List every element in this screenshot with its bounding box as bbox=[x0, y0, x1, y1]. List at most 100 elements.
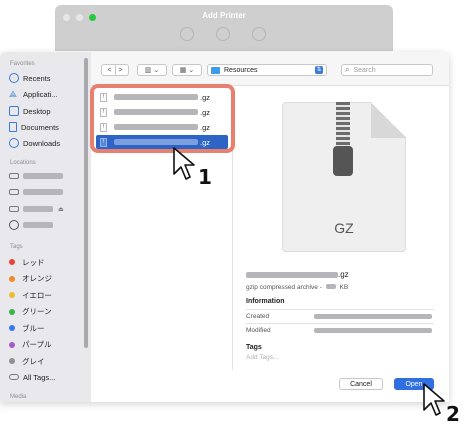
sidebar-item-label: All Tags... bbox=[23, 372, 56, 382]
sidebar-tag-item[interactable]: パープル bbox=[9, 338, 52, 352]
redacted-location-name bbox=[23, 206, 53, 212]
ip-printer-icon[interactable] bbox=[216, 27, 230, 41]
redacted-location-name bbox=[23, 189, 63, 195]
tag-label: パープル bbox=[22, 340, 52, 349]
preview-extension: .gz bbox=[338, 270, 349, 279]
group-button[interactable]: ▦ ⌄ bbox=[172, 64, 202, 76]
view-mode-button[interactable]: ▥ ⌄ bbox=[137, 64, 167, 76]
created-label: Created bbox=[246, 313, 270, 320]
updown-icon: ⇅ bbox=[315, 66, 323, 74]
kind-text: gzip compressed archive - bbox=[246, 284, 322, 291]
sidebar-item-location[interactable] bbox=[9, 169, 63, 183]
sidebar-tag-item[interactable]: グリーン bbox=[9, 305, 52, 319]
file-type-label: GZ bbox=[334, 220, 354, 236]
tag-label: グリーン bbox=[22, 307, 52, 316]
sidebar-tag-item[interactable]: グレイ bbox=[9, 354, 45, 368]
location-popup[interactable]: Resources ⇅ bbox=[207, 64, 327, 76]
drive-icon bbox=[9, 173, 19, 179]
back-icon[interactable]: < bbox=[107, 67, 111, 74]
sidebar-item-documents[interactable]: Documents bbox=[9, 120, 59, 134]
folder-icon bbox=[211, 66, 220, 74]
size-unit: KB bbox=[339, 284, 349, 291]
tag-label: オレンジ bbox=[22, 274, 52, 283]
redacted-file-name bbox=[246, 271, 338, 278]
modified-label: Modified bbox=[246, 327, 271, 334]
sidebar-scrollbar[interactable] bbox=[84, 58, 88, 348]
add-tags-field[interactable]: Add Tags... bbox=[246, 354, 278, 361]
sidebar-item-label: Applicati... bbox=[23, 89, 58, 99]
sidebar-tag-item[interactable]: オレンジ bbox=[9, 272, 52, 286]
gz-file-icon: GZ bbox=[282, 102, 406, 252]
redacted-location-name bbox=[23, 173, 63, 179]
grid-icon: ▦ bbox=[179, 67, 187, 74]
desktop-icon bbox=[9, 106, 19, 116]
globe-icon bbox=[9, 220, 19, 230]
search-field[interactable]: ⌕ Search bbox=[341, 64, 433, 76]
sidebar-item-label: Desktop bbox=[23, 106, 51, 116]
sidebar-item-location[interactable]: ⏏ bbox=[9, 202, 64, 216]
chevron-down-icon: ⌄ bbox=[153, 67, 160, 74]
sidebar: Favorites Recents ⟁ Applicati... Desktop… bbox=[0, 52, 91, 402]
current-folder-label: Resources bbox=[224, 66, 258, 74]
forward-icon[interactable]: > bbox=[119, 67, 123, 74]
sidebar-item-desktop[interactable]: Desktop bbox=[9, 104, 51, 118]
sidebar-tag-item[interactable]: イエロー bbox=[9, 288, 52, 302]
sidebar-item-label: Documents bbox=[21, 122, 59, 132]
default-printer-icon[interactable] bbox=[180, 27, 194, 41]
document-icon bbox=[9, 122, 17, 132]
tag-icon bbox=[9, 374, 19, 380]
clock-icon bbox=[9, 73, 19, 83]
media-heading: Media bbox=[10, 394, 27, 400]
sidebar-item-label: Downloads bbox=[23, 138, 61, 148]
back-forward-buttons[interactable]: < > bbox=[101, 64, 129, 76]
preview-file-name: .gz bbox=[246, 270, 349, 279]
printer-type-toolbar bbox=[180, 27, 266, 41]
search-icon: ⌕ bbox=[345, 65, 350, 74]
selection-highlight-callout bbox=[90, 84, 235, 153]
sidebar-item-recents[interactable]: Recents bbox=[9, 71, 51, 85]
tags-heading: Tags bbox=[10, 244, 23, 250]
chevron-down-icon: ⌄ bbox=[188, 67, 195, 74]
download-icon bbox=[9, 138, 19, 148]
modified-row: Modified bbox=[246, 323, 434, 337]
redacted-date bbox=[314, 328, 432, 333]
drive-icon bbox=[9, 206, 19, 212]
windows-printer-icon[interactable] bbox=[252, 27, 266, 41]
preview-kind: gzip compressed archive - KB bbox=[246, 284, 348, 291]
preview-pane: GZ .gz gzip compressed archive - KB Info… bbox=[246, 90, 436, 370]
sidebar-tag-item[interactable]: レッド bbox=[9, 255, 45, 269]
sidebar-item-label: Recents bbox=[23, 73, 51, 83]
tag-label: イエロー bbox=[22, 290, 52, 300]
tag-color-dot-icon bbox=[9, 275, 15, 282]
cancel-button[interactable]: Cancel bbox=[339, 378, 383, 390]
tag-color-dot-icon bbox=[9, 358, 15, 364]
sidebar-item-downloads[interactable]: Downloads bbox=[9, 136, 60, 150]
tag-color-dot-icon bbox=[9, 292, 15, 298]
sidebar-item-applications[interactable]: ⟁ Applicati... bbox=[9, 87, 58, 101]
tag-label: レッド bbox=[22, 257, 45, 267]
redacted-size bbox=[325, 284, 336, 289]
redacted-location-name bbox=[23, 222, 53, 228]
sidebar-tag-item[interactable]: ブルー bbox=[9, 321, 45, 335]
apps-icon: ⟁ bbox=[9, 89, 18, 99]
tags-section-heading: Tags bbox=[246, 344, 262, 351]
redacted-date bbox=[314, 314, 432, 319]
window-title: Add Printer bbox=[202, 11, 246, 20]
zipper-pull bbox=[333, 146, 353, 176]
step-number-1: 1 bbox=[198, 165, 212, 189]
favorites-heading: Favorites bbox=[10, 61, 35, 67]
sidebar-item-all-tags[interactable]: All Tags... bbox=[9, 370, 55, 384]
columns-view-icon: ▥ bbox=[144, 67, 152, 74]
toolbar: < > ▥ ⌄ ▦ ⌄ Resources ⇅ ⌕ Search bbox=[91, 52, 449, 86]
sidebar-item-location[interactable] bbox=[9, 185, 63, 199]
tag-label: グレイ bbox=[22, 356, 45, 366]
tag-color-dot-icon bbox=[9, 308, 15, 315]
screenshot: Add Printer Favorites Recents ⟁ Applicat… bbox=[0, 0, 468, 430]
page-fold bbox=[371, 102, 406, 138]
created-row: Created bbox=[246, 309, 434, 323]
tag-label: ブルー bbox=[22, 323, 45, 333]
sidebar-item-network[interactable] bbox=[9, 218, 53, 232]
tag-color-dot-icon bbox=[9, 259, 15, 265]
eject-icon[interactable]: ⏏ bbox=[58, 206, 64, 213]
mouse-pointer-icon bbox=[173, 147, 195, 180]
